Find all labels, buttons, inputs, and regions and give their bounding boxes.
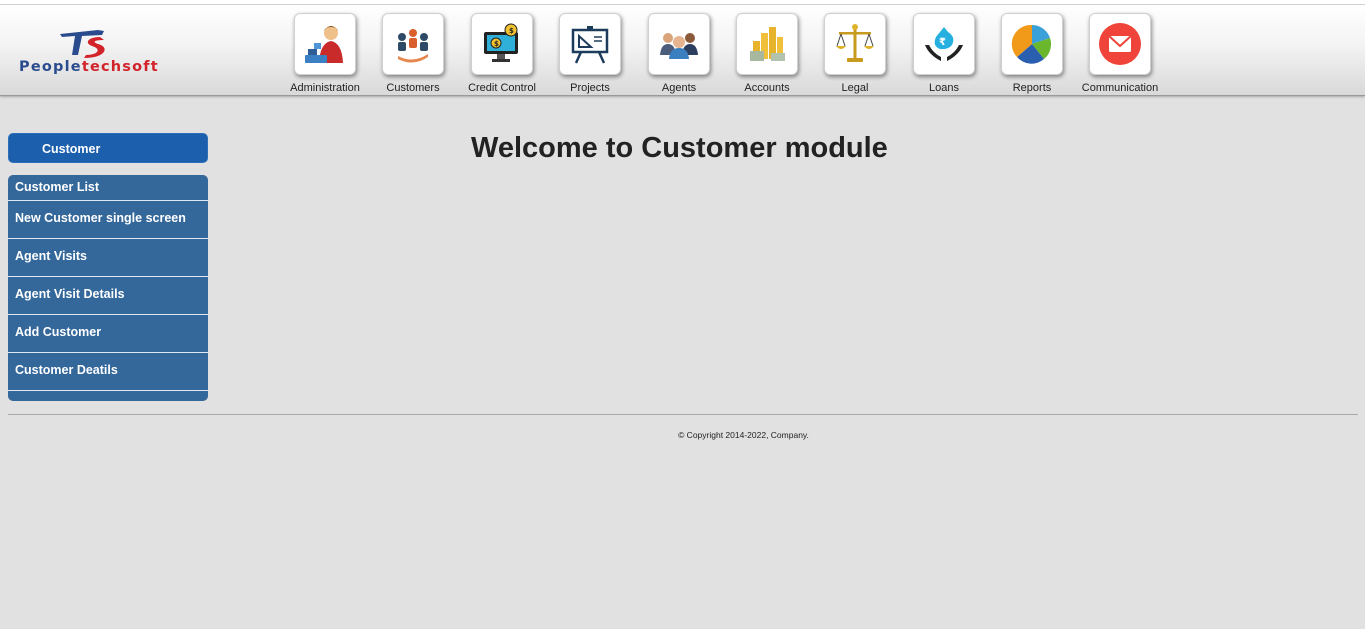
nav-accounts[interactable]: Accounts	[722, 13, 812, 97]
sidebar-menu: Customer List New Customer single screen…	[8, 175, 208, 401]
nav-label: Legal	[841, 82, 869, 94]
nav-label: Accounts	[744, 82, 790, 94]
company-logo[interactable]: Peopletechsoft	[18, 23, 178, 83]
accounts-icon	[736, 13, 798, 75]
sidebar: Customer Customer List New Customer sing…	[8, 133, 208, 401]
nav-communication[interactable]: Communication	[1075, 13, 1165, 97]
logo-mark-icon	[60, 30, 105, 58]
credit-control-icon: $ $	[471, 13, 533, 75]
footer-divider	[8, 414, 1358, 415]
nav-administration[interactable]: Administration	[280, 13, 370, 97]
nav-credit-control[interactable]: $ $ Credit Control	[457, 13, 547, 97]
nav-customers[interactable]: Customers	[368, 13, 458, 97]
loans-icon: ₹	[913, 13, 975, 75]
page-title: Welcome to Customer module	[471, 132, 888, 164]
sidebar-item-label: Customer Deatils	[15, 363, 118, 377]
nav-label: Agents	[661, 82, 697, 94]
nav-projects[interactable]: Projects	[545, 13, 635, 97]
svg-text:$: $	[494, 40, 499, 48]
sidebar-item-customer-details[interactable]: Customer Deatils	[8, 353, 208, 391]
customers-icon	[382, 13, 444, 75]
sidebar-item-label: Add Customer	[15, 325, 102, 339]
sidebar-item-label: New Customer single screen	[15, 211, 186, 225]
nav-label: Reports	[1012, 82, 1052, 94]
nav-label: Administration	[290, 82, 360, 94]
logo-text: Peopletechsoft	[19, 59, 159, 75]
svg-text:$: $	[509, 27, 514, 35]
nav-label: Communication	[1081, 82, 1159, 94]
sidebar-item-label: Customer List	[15, 180, 100, 194]
nav-reports[interactable]: Reports	[987, 13, 1077, 97]
agents-icon	[648, 13, 710, 75]
nav-label: Projects	[570, 82, 610, 94]
administration-icon	[294, 13, 356, 75]
projects-icon	[559, 13, 621, 75]
nav-label: Customers	[386, 82, 440, 94]
nav-loans[interactable]: ₹ Loans	[899, 13, 989, 97]
copyright-text: © Copyright 2014-2022, Company.	[678, 430, 809, 440]
sidebar-item-add-customer[interactable]: Add Customer	[8, 315, 208, 353]
nav-label: Loans	[929, 82, 959, 94]
sidebar-item-agent-visit-details[interactable]: Agent Visit Details	[8, 277, 208, 315]
nav-label: Credit Control	[468, 82, 536, 94]
svg-text:₹: ₹	[939, 37, 946, 48]
sidebar-item-label: Agent Visit Details	[15, 287, 125, 301]
sidebar-item-new-customer-single-screen[interactable]: New Customer single screen	[8, 201, 208, 239]
legal-icon	[824, 13, 886, 75]
reports-icon	[1001, 13, 1063, 75]
communication-icon	[1089, 13, 1151, 75]
sidebar-header-customer[interactable]: Customer	[8, 133, 208, 163]
sidebar-item-label: Agent Visits	[15, 249, 88, 263]
nav-legal[interactable]: Legal	[810, 13, 900, 97]
sidebar-item-customer-list[interactable]: Customer List	[8, 175, 208, 201]
sidebar-item-agent-visits[interactable]: Agent Visits	[8, 239, 208, 277]
header-bar: Peopletechsoft Administration Customers …	[0, 5, 1365, 96]
nav-agents[interactable]: Agents	[634, 13, 724, 97]
